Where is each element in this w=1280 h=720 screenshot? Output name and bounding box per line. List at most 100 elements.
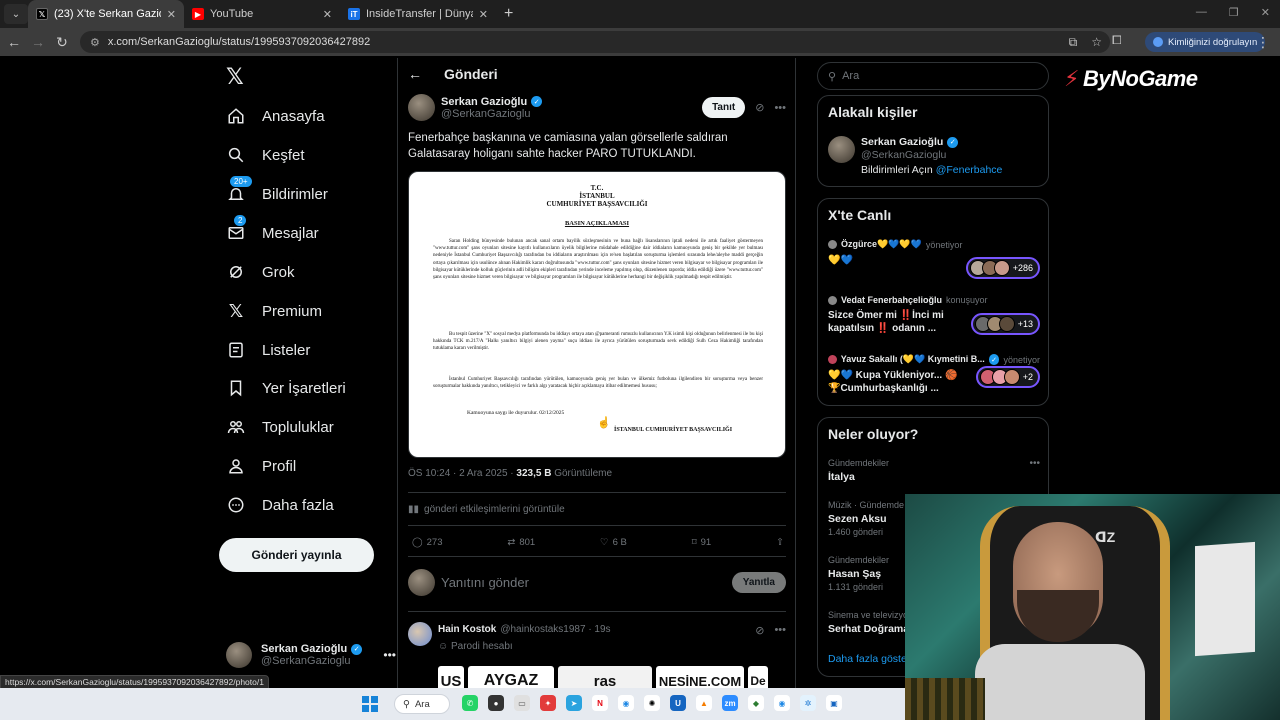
url-bar[interactable]: ⚙ x.com/SerkanGazioglu/status/1995937092… xyxy=(80,31,1110,53)
x-home-logo-icon[interactable]: 𝕏 xyxy=(226,64,244,90)
avatar[interactable] xyxy=(828,136,855,163)
author-name[interactable]: Serkan Gazioğlu xyxy=(441,96,527,108)
back-arrow-icon[interactable]: ← xyxy=(408,66,422,82)
profile-button[interactable]: Kimliğinizi doğrulayın xyxy=(1145,32,1266,52)
reply-author-name[interactable]: Hain Kostok xyxy=(438,624,496,635)
chrome-active-icon[interactable]: ◉ xyxy=(774,695,790,711)
back-icon[interactable]: ← xyxy=(2,34,26,50)
live-space[interactable]: Özgürce💛💙💛💙 yönetiyor 💛💙 +286 xyxy=(828,239,1040,279)
post-timestamp[interactable]: ÖS 10:24 · 2 Ara 2025 · xyxy=(408,468,516,479)
app-capture-icon[interactable]: ▣ xyxy=(826,695,842,711)
nav-profile[interactable]: Profil xyxy=(226,451,296,481)
zoom-icon[interactable]: zm xyxy=(722,695,738,711)
close-tab-icon[interactable]: ✕ xyxy=(479,8,488,21)
repost-button[interactable]: ⇄ 801 xyxy=(507,537,535,548)
post-button[interactable]: Gönderi yayınla xyxy=(219,538,374,572)
status-link: https://x.com/SerkanGazioglu/status/1995… xyxy=(0,675,269,689)
app-icon[interactable]: ▭ xyxy=(514,695,530,711)
trend-item[interactable]: Gündemdekiler İtalya ••• xyxy=(828,458,1040,483)
grok-explain-icon[interactable]: ⊘ xyxy=(755,624,764,637)
nav-messages[interactable]: 2 Mesajlar xyxy=(226,215,319,248)
whatsapp-icon[interactable]: ✆ xyxy=(462,695,478,711)
person-name[interactable]: Serkan Gazioğlu xyxy=(861,136,943,148)
nav-premium[interactable]: 𝕏 Premium xyxy=(226,296,322,326)
minimize-icon[interactable]: — xyxy=(1196,6,1207,19)
nav-explore[interactable]: Keşfet xyxy=(226,140,305,170)
browser-menu-icon[interactable]: ⋮ xyxy=(1256,34,1270,51)
bio-mention-link[interactable]: @Fenerbahce xyxy=(936,164,1003,176)
post-more-icon[interactable]: ••• xyxy=(774,102,786,114)
close-tab-icon[interactable]: ✕ xyxy=(323,8,332,21)
close-tab-icon[interactable]: ✕ xyxy=(167,8,176,21)
taskbar-search[interactable]: ⚲ Ara xyxy=(394,694,450,714)
avatar[interactable] xyxy=(408,622,432,646)
page-title: Gönderi xyxy=(444,66,498,82)
netflix-icon[interactable]: N xyxy=(592,695,608,711)
telegram-icon[interactable]: ➤ xyxy=(566,695,582,711)
chrome-icon[interactable]: ◉ xyxy=(618,695,634,711)
nav-lists[interactable]: Listeler xyxy=(226,335,310,365)
mail-icon: 2 xyxy=(226,215,247,243)
app-green-icon[interactable]: ◆ xyxy=(748,695,764,711)
list-icon xyxy=(226,340,246,360)
new-tab-icon[interactable]: + xyxy=(504,5,513,23)
live-space[interactable]: Yavuz Sakallı (💛💙 Kıymetini B... ✓ yönetiy… xyxy=(828,354,1040,395)
nav-notifications[interactable]: 20+ Bildirimler xyxy=(226,176,328,209)
trend-more-icon[interactable]: ••• xyxy=(1029,458,1040,469)
tab-x-post[interactable]: 𝕏 (23) X'te Serkan Gazioğlu: "Fen ✕ xyxy=(28,0,184,28)
obs-icon[interactable]: ● xyxy=(488,695,504,711)
windows-start-icon[interactable] xyxy=(362,696,378,712)
bookmark-button[interactable]: ⌑ 91 xyxy=(692,537,711,548)
share-icon[interactable]: ⇪ xyxy=(776,537,784,548)
extensions-icon[interactable]: ⧠ xyxy=(1112,33,1122,48)
account-more-icon[interactable]: ••• xyxy=(383,648,396,662)
nav-communities[interactable]: Topluluklar xyxy=(226,412,334,442)
reload-icon[interactable]: ↻ xyxy=(50,34,74,51)
like-button[interactable]: ♡ 6 B xyxy=(600,537,627,548)
restore-icon[interactable]: ❐ xyxy=(1229,6,1239,19)
avatar xyxy=(828,355,837,364)
related-person[interactable]: Serkan Gazioğlu ✓ @SerkanGazioglu Bildiri… xyxy=(828,136,1002,176)
app-settings-icon[interactable]: ✲ xyxy=(800,695,816,711)
avatar[interactable] xyxy=(408,94,435,121)
person-icon xyxy=(226,456,246,476)
app-blue-icon[interactable]: U xyxy=(670,695,686,711)
forward-icon[interactable]: → xyxy=(26,34,50,50)
nav-bookmarks[interactable]: Yer İşaretleri xyxy=(226,373,346,403)
reply-image[interactable]: US AYGAZ ras NESİNE.COM De xyxy=(438,666,786,688)
verified-icon: ✓ xyxy=(351,643,363,655)
nav-home[interactable]: Anasayfa xyxy=(226,101,325,131)
close-window-icon[interactable]: ✕ xyxy=(1261,6,1270,19)
banner-text: US xyxy=(438,666,464,688)
doc-date: Kamuoyuna saygı ile duyurulur. 02/12/202… xyxy=(467,410,565,416)
reply-button[interactable]: ◯ 273 xyxy=(412,537,443,548)
reply-input[interactable]: Yanıtını gönder xyxy=(441,575,529,590)
reply-submit-button[interactable]: Yanıtla xyxy=(731,572,786,593)
search-input[interactable]: ⚲ Ara xyxy=(817,62,1049,90)
brand-text: ByNoGame xyxy=(1082,66,1198,91)
nav-more[interactable]: Daha fazla xyxy=(226,490,334,520)
nav-label: Bildirimler xyxy=(262,185,328,203)
bookmark-star-icon[interactable]: ☆ xyxy=(1091,35,1102,50)
grok-explain-icon[interactable]: ⊘ xyxy=(755,101,764,114)
app-red-icon[interactable]: ✦ xyxy=(540,695,556,711)
install-app-icon[interactable]: ⧉ xyxy=(1069,35,1078,50)
tab-search-icon[interactable]: ⌄ xyxy=(4,4,28,24)
nav-grok[interactable]: Grok xyxy=(226,257,295,287)
post-column: ← Gönderi Serkan Gazioğlu ✓ @SerkanGaziog… xyxy=(397,58,796,688)
show-more-link[interactable]: Daha fazla göster xyxy=(828,653,910,665)
site-info-icon[interactable]: ⚙ xyxy=(90,36,100,49)
view-engagements-link[interactable]: ▮▮ gönderi etkileşimlerini görüntüle xyxy=(408,504,565,515)
tab-youtube[interactable]: ▶ YouTube ✕ xyxy=(184,0,340,28)
post-more-icon[interactable]: ••• xyxy=(774,624,786,637)
author-handle[interactable]: @SerkanGazioglu xyxy=(441,108,542,120)
live-space[interactable]: Vedat Fenerbahçelioğlu konuşuyor Sizce Öm… xyxy=(828,295,1040,335)
tab-title: (23) X'te Serkan Gazioğlu: "Fen xyxy=(54,8,161,20)
account-switcher[interactable]: Serkan Gazioğlu ✓ @SerkanGazioglu ••• xyxy=(226,642,396,668)
tab-insidetransfer[interactable]: iT InsideTransfer | Dünyadan Son ✕ xyxy=(340,0,496,28)
vlc-icon[interactable]: ▲ xyxy=(696,695,712,711)
post-image[interactable]: T.C. İSTANBUL CUMHURİYET BAŞSAVCILIĞI BA… xyxy=(408,171,786,458)
promote-button[interactable]: Tanıt xyxy=(702,97,746,118)
chatgpt-icon[interactable]: ✺ xyxy=(644,695,660,711)
reply-author-handle[interactable]: @hainkostaks1987 · 19s xyxy=(500,624,610,635)
